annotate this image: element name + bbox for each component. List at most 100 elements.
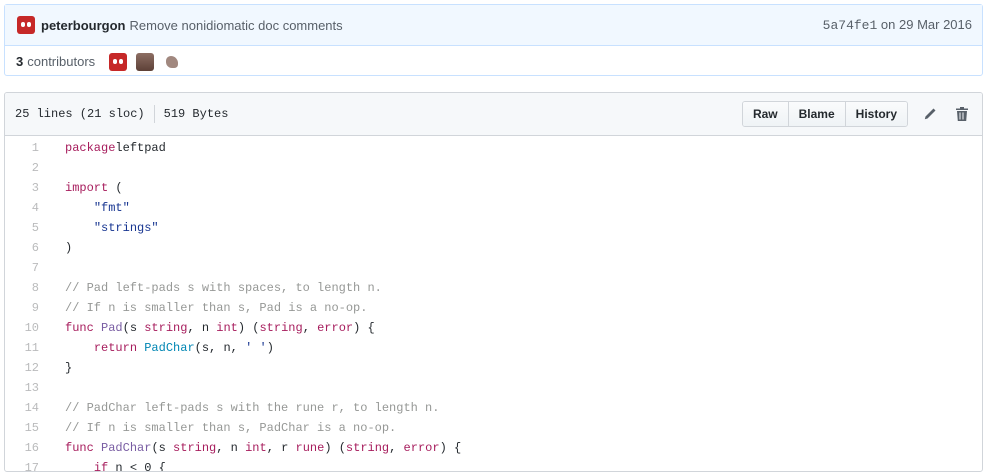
commit-sha-link[interactable]: 5a74fe1 — [823, 18, 878, 33]
code-token: func — [65, 441, 94, 455]
contributors-count[interactable]: 3 — [16, 54, 23, 69]
code-token: "fmt" — [93, 201, 130, 215]
code-token: ) — [65, 241, 73, 255]
bearded-man-avatar[interactable] — [136, 52, 155, 71]
line-number[interactable]: 12 — [5, 358, 47, 378]
file-actions: Raw Blame History — [741, 101, 972, 127]
dino-avatar[interactable] — [163, 52, 182, 71]
line-number[interactable]: 7 — [5, 258, 47, 278]
code-token: ( — [122, 321, 130, 335]
code-line: 11 return PadChar(s, n, ' ') — [5, 338, 982, 358]
code-token: } — [65, 361, 73, 375]
line-number[interactable]: 11 — [5, 338, 47, 358]
contributors-label[interactable]: contributors — [27, 54, 95, 69]
commit-message-link[interactable]: Remove nonidiomatic doc comments — [130, 18, 343, 33]
line-number[interactable]: 1 — [5, 138, 47, 158]
code-token: ) { — [353, 321, 375, 335]
code-line: 3 import ( — [5, 178, 982, 198]
code-token: func — [65, 321, 94, 335]
line-content: func Pad(s string, n int) (string, error… — [47, 318, 375, 338]
code-line: 4 "fmt" — [5, 198, 982, 218]
code-token: // PadChar left-pads s with the rune r, … — [65, 401, 440, 415]
line-number[interactable]: 17 — [5, 458, 47, 471]
line-number[interactable]: 2 — [5, 158, 47, 178]
commit-meta: 5a74fe1 on 29 Mar 2016 — [823, 17, 972, 33]
code-token: string — [144, 321, 188, 335]
code-token: ) { — [439, 441, 462, 455]
code-line: 2 — [5, 158, 982, 178]
line-number[interactable]: 13 — [5, 378, 47, 398]
line-content: if n < 0 { — [47, 458, 166, 471]
raw-button[interactable]: Raw — [742, 102, 789, 126]
code-token: ' ' — [245, 341, 267, 355]
line-number[interactable]: 3 — [5, 178, 47, 198]
file-size: 519 Bytes — [163, 107, 229, 122]
code-token: // If n is smaller than s, Pad is a no-o… — [65, 301, 368, 315]
line-content: import ( — [47, 178, 123, 198]
code-token: error — [403, 441, 440, 455]
commit-tease: peterbourgon Remove nonidiomatic doc com… — [4, 4, 983, 76]
code-token: , — [302, 321, 318, 335]
code-token: "strings" — [93, 221, 159, 235]
code-token: package — [65, 141, 116, 155]
line-content: func PadChar(s string, n int, r rune) (s… — [47, 438, 461, 458]
code-token: ( — [151, 441, 159, 455]
line-number[interactable]: 14 — [5, 398, 47, 418]
trash-icon[interactable] — [952, 104, 972, 124]
code-line: 10 func Pad(s string, n int) (string, err… — [5, 318, 982, 338]
code-line: 12} — [5, 358, 982, 378]
code-token: ) — [266, 341, 274, 355]
code-line: 15 // If n is smaller than s, PadChar is … — [5, 418, 982, 438]
code-token: string — [173, 441, 217, 455]
pencil-icon[interactable] — [920, 104, 940, 124]
line-content — [47, 158, 65, 178]
line-number[interactable]: 16 — [5, 438, 47, 458]
line-content — [47, 258, 65, 278]
line-number[interactable]: 6 — [5, 238, 47, 258]
history-button[interactable]: History — [845, 102, 907, 126]
line-number[interactable]: 9 — [5, 298, 47, 318]
blame-button[interactable]: Blame — [788, 102, 846, 126]
code-line: 7 — [5, 258, 982, 278]
commit-date: 29 Mar 2016 — [899, 17, 972, 32]
code-line: 1 packageleftpad — [5, 138, 982, 158]
code-token: import — [65, 181, 109, 195]
code-token: int — [245, 441, 267, 455]
code-token: // If n is smaller than s, PadChar is a … — [65, 421, 397, 435]
line-content: return PadChar(s, n, ' ') — [47, 338, 274, 358]
file-info: 25 lines (21 sloc) 519 Bytes — [15, 105, 228, 123]
line-number[interactable]: 4 — [5, 198, 47, 218]
code-token: , — [266, 441, 282, 455]
file-header: 25 lines (21 sloc) 519 Bytes Raw Blame Hi… — [5, 93, 982, 136]
line-content: packageleftpad — [47, 138, 166, 158]
code-line: 6) — [5, 238, 982, 258]
line-content: "strings" — [47, 218, 159, 238]
code-token: string — [345, 441, 390, 455]
file-info-divider — [153, 105, 155, 123]
line-number[interactable]: 8 — [5, 278, 47, 298]
code-token: s — [158, 441, 166, 455]
commit-date-prefix: on — [880, 17, 896, 32]
author-avatar[interactable] — [17, 16, 35, 34]
line-number[interactable]: 10 — [5, 318, 47, 338]
line-content: // If n is smaller than s, PadChar is a … — [47, 418, 396, 438]
code-token: ( — [108, 181, 123, 195]
code-line: 5 "strings" — [5, 218, 982, 238]
code-line: 17 if n < 0 { — [5, 458, 982, 471]
line-content: // PadChar left-pads s with the rune r, … — [47, 398, 439, 418]
line-content — [47, 378, 65, 398]
line-number[interactable]: 5 — [5, 218, 47, 238]
commit-author-link[interactable]: peterbourgon — [41, 18, 126, 33]
file-viewer: 25 lines (21 sloc) 519 Bytes Raw Blame Hi… — [4, 92, 983, 472]
line-number[interactable]: 15 — [5, 418, 47, 438]
line-content: // If n is smaller than s, Pad is a no-o… — [47, 298, 367, 318]
code-token: ) ( — [324, 441, 346, 455]
line-content: "fmt" — [47, 198, 130, 218]
code-token: (s, n, — [194, 341, 246, 355]
ghost-avatar[interactable] — [109, 52, 128, 71]
